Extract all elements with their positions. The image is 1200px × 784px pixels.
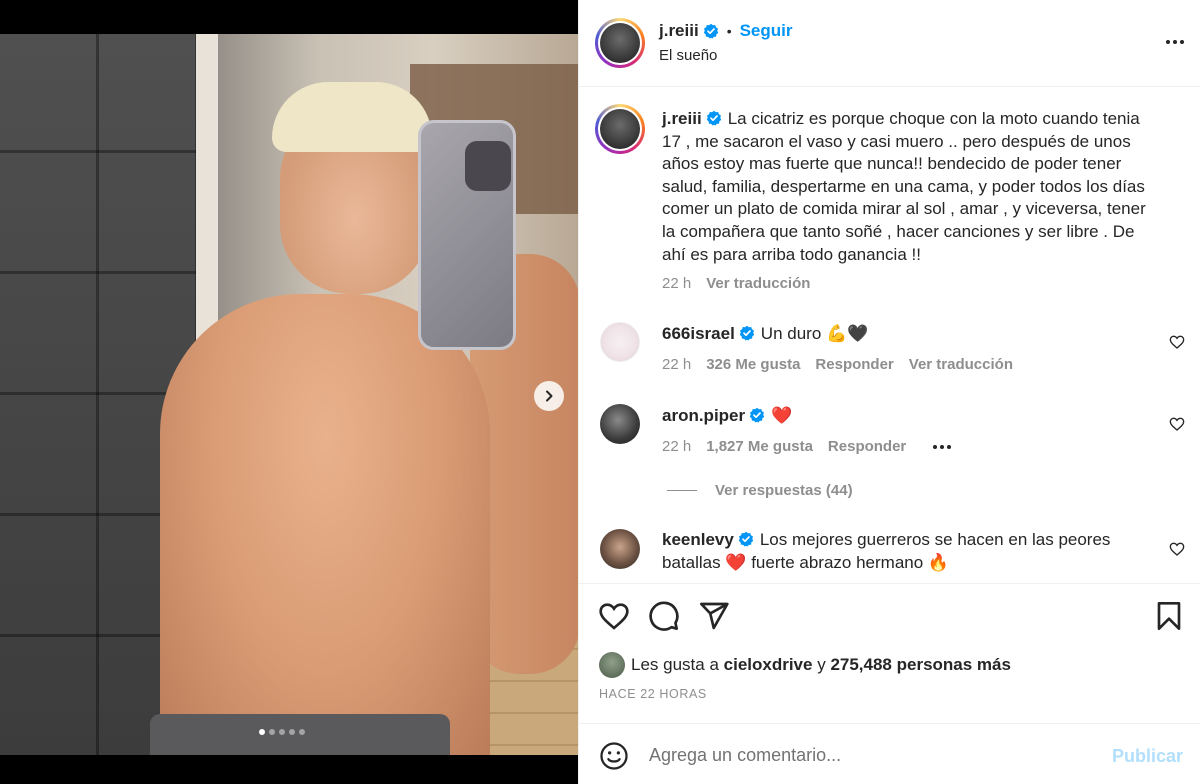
comment-options-button[interactable]	[933, 444, 952, 449]
chevron-right-icon	[546, 390, 553, 402]
post-media	[0, 0, 578, 784]
carousel-dot	[289, 729, 295, 735]
carousel-dot	[279, 729, 285, 735]
replies-divider	[667, 490, 697, 491]
post-actions: Les gusta a cieloxdrive y 275,488 person…	[579, 583, 1200, 723]
reply-button[interactable]: Responder	[828, 438, 906, 455]
follow-button[interactable]: Seguir	[740, 21, 793, 41]
carousel-indicator	[259, 729, 305, 735]
smartphone	[418, 120, 516, 350]
comment-likes[interactable]: 1,827 Me gusta	[706, 438, 813, 455]
torso	[160, 294, 490, 755]
post-header: j.reiii • Seguir El sueño	[579, 0, 1200, 87]
publish-button[interactable]: Publicar	[1112, 746, 1183, 767]
verified-badge-icon	[749, 407, 765, 423]
phone-camera	[465, 141, 511, 191]
share-paper-plane-icon[interactable]	[698, 600, 730, 632]
reply-button[interactable]: Responder	[815, 356, 893, 373]
carousel-next-button[interactable]	[534, 381, 564, 411]
post-photo[interactable]	[0, 34, 578, 755]
caption-meta: 22 h Ver traducción	[662, 275, 810, 292]
comment-text: Un duro 💪🖤	[760, 324, 869, 343]
more-options-button[interactable]	[1163, 32, 1187, 52]
comment-time[interactable]: 22 h	[662, 438, 691, 455]
view-replies-button[interactable]: Ver respuestas (44)	[667, 482, 853, 499]
comment-text-block: aron.piper ❤️	[662, 405, 1162, 428]
likes-prefix: Les gusta a	[631, 655, 719, 674]
caption-author-avatar[interactable]	[595, 104, 645, 154]
like-comment-heart-icon[interactable]	[1169, 334, 1185, 350]
commenter-username[interactable]: keenlevy	[662, 530, 734, 549]
verified-badge-icon	[706, 110, 721, 126]
more-horizontal-icon	[1166, 40, 1170, 44]
comment-meta: 22 h 326 Me gusta Responder Ver traducci…	[662, 356, 1013, 373]
comment-translate-link[interactable]: Ver traducción	[909, 356, 1013, 373]
likes-summary[interactable]: Les gusta a cieloxdrive y 275,488 person…	[599, 652, 1011, 678]
comment-text-block: 666israel Un duro 💪🖤	[662, 323, 1162, 346]
verified-badge-icon	[739, 325, 754, 341]
post-location[interactable]: El sueño	[659, 47, 717, 64]
comment-bubble-icon[interactable]	[648, 600, 680, 632]
verified-badge-icon	[738, 531, 754, 547]
carousel-dot	[269, 729, 275, 735]
commenter-avatar[interactable]	[600, 322, 640, 362]
like-comment-heart-icon[interactable]	[1169, 416, 1185, 432]
carousel-dot	[299, 729, 305, 735]
carousel-dot	[259, 729, 265, 735]
comment-text: ❤️	[771, 406, 793, 425]
author-username[interactable]: j.reiii	[659, 21, 699, 41]
comment-likes[interactable]: 326 Me gusta	[706, 356, 800, 373]
comments-section[interactable]: j.reiii La cicatriz es porque choque con…	[579, 88, 1200, 583]
bleached-hair	[272, 82, 432, 152]
like-heart-icon[interactable]	[598, 600, 630, 632]
caption-text-block: j.reiii La cicatriz es porque choque con…	[662, 108, 1162, 266]
liker-username[interactable]: cieloxdrive	[724, 655, 813, 675]
save-bookmark-icon[interactable]	[1153, 600, 1185, 632]
caption-username[interactable]: j.reiii	[662, 109, 702, 128]
commenter-username[interactable]: 666israel	[662, 324, 735, 343]
caption-time[interactable]: 22 h	[662, 275, 691, 292]
add-comment-bar: Publicar	[579, 723, 1200, 784]
separator-dot: •	[726, 23, 732, 39]
comment-time[interactable]: 22 h	[662, 356, 691, 373]
comment-input[interactable]	[649, 738, 1089, 772]
likes-connector: y	[817, 655, 826, 674]
author-names: j.reiii • Seguir	[659, 21, 793, 41]
post-side-panel: j.reiii • Seguir El sueño j.reiii La cic…	[578, 0, 1200, 784]
like-comment-heart-icon[interactable]	[1169, 541, 1185, 557]
caption-text: La cicatriz es porque choque con la moto…	[662, 109, 1146, 264]
caption-translate-link[interactable]: Ver traducción	[706, 275, 810, 292]
comment-meta: 22 h 1,827 Me gusta Responder	[662, 438, 952, 455]
verified-badge-icon	[703, 23, 718, 39]
view-replies-label: Ver respuestas (44)	[715, 482, 853, 499]
commenter-avatar[interactable]	[600, 529, 640, 569]
emoji-smiley-icon[interactable]	[599, 741, 629, 771]
commenter-avatar[interactable]	[600, 404, 640, 444]
commenter-username[interactable]: aron.piper	[662, 406, 745, 425]
likes-others-count[interactable]: 275,488 personas más	[830, 655, 1011, 675]
post-timestamp[interactable]: HACE 22 HORAS	[599, 687, 707, 701]
comment-text-block: keenlevy Los mejores guerreros se hacen …	[662, 529, 1162, 574]
author-avatar[interactable]	[595, 18, 645, 68]
liker-avatar	[599, 652, 625, 678]
